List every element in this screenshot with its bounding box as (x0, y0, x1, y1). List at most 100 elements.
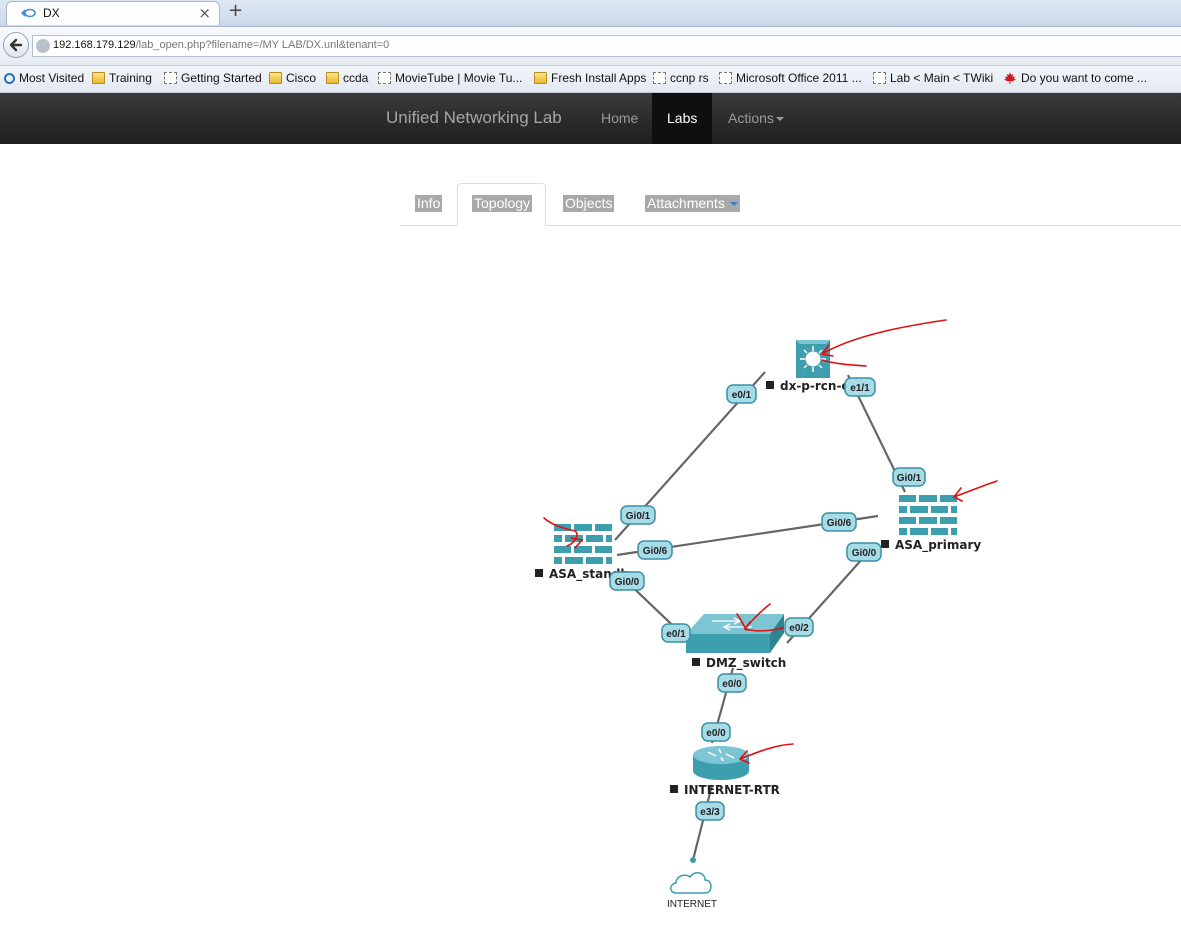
annotation-arrow-icon (739, 743, 794, 764)
node-internet-router[interactable]: INTERNET-RTR (670, 746, 780, 797)
url-text: 192.168.179.129/lab_open.php?filename=/M… (53, 39, 389, 51)
svg-text:e0/1: e0/1 (666, 629, 686, 640)
page-icon (653, 72, 666, 84)
cloud-icon (670, 872, 712, 894)
bookmark-most-visited[interactable]: Most Visited (4, 71, 84, 87)
interface-label[interactable]: Gi0/0 (846, 542, 882, 562)
bookmark-fresh-install-apps[interactable]: Fresh Install Apps (534, 71, 646, 87)
nav-actions[interactable]: Actions (728, 110, 784, 126)
firewall-icon (899, 495, 957, 536)
new-tab-icon[interactable]: + (228, 0, 243, 21)
node-internet-cloud[interactable]: INTERNET (667, 857, 717, 910)
annotation-arrow-icon (821, 319, 947, 367)
connector-dot (690, 857, 696, 863)
url-path: /lab_open.php?filename=/MY LAB/DX.unl&te… (135, 39, 390, 51)
svg-text:Gi0/1: Gi0/1 (626, 511, 651, 522)
folder-icon (534, 72, 547, 84)
node-asa-standby[interactable]: ASA_standb (535, 524, 629, 582)
bookmark-ccnp-rs[interactable]: ccnp rs (653, 71, 709, 87)
link-core-to-asa-primary[interactable] (847, 374, 906, 493)
svg-text:Gi0/6: Gi0/6 (827, 518, 852, 529)
firewall-icon (554, 524, 612, 565)
node-dmz-switch[interactable]: DMZ_switch (686, 614, 786, 671)
search-icon (4, 73, 15, 84)
svg-text:e3/3: e3/3 (700, 807, 720, 818)
tab-topology[interactable]: Topology (472, 195, 533, 212)
node-core-switch[interactable]: dx-p-rcn-cs (766, 340, 856, 393)
folder-icon (92, 72, 105, 84)
bookmark-cisco[interactable]: Cisco (269, 71, 316, 87)
interface-label[interactable]: Gi0/0 (609, 571, 645, 591)
bookmark-training[interactable]: Training (92, 71, 152, 87)
interface-label[interactable]: Gi0/1 (620, 505, 656, 525)
interface-label[interactable]: e0/0 (701, 722, 731, 742)
interface-label[interactable]: e0/1 (661, 623, 691, 643)
address-bar[interactable]: 192.168.179.129/lab_open.php?filename=/M… (32, 35, 1181, 57)
svg-text:e0/0: e0/0 (722, 679, 742, 690)
close-tab-icon[interactable]: × (198, 4, 211, 22)
bookmark-movietube[interactable]: MovieTube | Movie Tu... (378, 71, 522, 87)
node-label: dx-p-rcn-cs (780, 379, 856, 393)
link-core-to-asa-standby[interactable] (614, 371, 766, 541)
app-navbar: Unified Networking Lab Home Labs Actions (0, 93, 1181, 144)
app-brand[interactable]: Unified Networking Lab (386, 108, 562, 128)
unl-logo-icon (21, 8, 36, 18)
tab-info[interactable]: Info (415, 195, 443, 212)
folder-icon (326, 72, 339, 84)
site-identity-icon[interactable] (36, 39, 50, 53)
tab-objects[interactable]: Objects (563, 195, 615, 212)
browser-tab-strip: DX × + (0, 0, 1181, 27)
link-asa-failover[interactable] (616, 514, 879, 557)
node-status-icon (535, 569, 543, 577)
nav-labs[interactable]: Labs (652, 93, 713, 144)
interface-label[interactable]: e0/1 (726, 384, 757, 404)
bookmark-microsoft-office[interactable]: Microsoft Office 2011 ... (719, 71, 862, 87)
node-label: DMZ_switch (706, 656, 786, 671)
interface-label[interactable]: e0/2 (784, 617, 814, 637)
back-button[interactable] (3, 32, 29, 58)
node-status-icon (670, 785, 678, 793)
page-icon (719, 72, 732, 84)
lab-tabs: Info Topology Objects Attachments (400, 183, 1181, 226)
interface-labels: e0/1 e1/1 Gi0/1 Gi0/1 Gi0/6 Gi0/6 Gi0/0 … (609, 377, 926, 821)
node-label: INTERNET-RTR (684, 783, 780, 797)
bookmark-getting-started[interactable]: Getting Started (164, 71, 262, 87)
annotation-arrow-icon (736, 603, 784, 632)
url-host: 192.168.179.129 (53, 39, 136, 51)
link-asa-primary-to-dmz[interactable] (786, 547, 873, 644)
bookmarks-toolbar: Most Visited Training Getting Started Ci… (0, 66, 1181, 93)
page-icon (873, 72, 886, 84)
tab-title: DX (43, 6, 60, 20)
caret-down-icon (729, 202, 738, 207)
interface-label[interactable]: e1/1 (844, 377, 876, 397)
multilayer-switch-icon (796, 340, 830, 378)
bookmark-ccda[interactable]: ccda (326, 71, 368, 87)
svg-text:Gi0/0: Gi0/0 (852, 548, 877, 559)
link-dmz-to-router[interactable] (710, 667, 735, 744)
interface-label[interactable]: e0/0 (717, 673, 747, 693)
node-label: ASA_primary (895, 538, 981, 553)
topology-links (614, 371, 906, 861)
svg-text:e0/1: e0/1 (732, 390, 752, 401)
page-icon (378, 72, 391, 84)
interface-label[interactable]: Gi0/6 (637, 540, 673, 560)
svg-text:Gi0/0: Gi0/0 (615, 577, 640, 588)
node-status-icon (766, 381, 774, 389)
bookmark-twiki[interactable]: Lab < Main < TWiki (873, 71, 993, 87)
nav-home[interactable]: Home (601, 110, 638, 126)
browser-tab[interactable]: DX × (6, 1, 220, 25)
link-asa-standby-to-dmz[interactable] (622, 577, 689, 641)
red-annotation-arrows (543, 319, 998, 764)
interface-label[interactable]: Gi0/6 (821, 512, 857, 532)
node-label: ASA_standb (549, 567, 629, 582)
svg-text:e0/2: e0/2 (789, 623, 809, 634)
link-router-to-internet[interactable] (691, 784, 714, 861)
interface-label[interactable]: Gi0/1 (892, 467, 926, 487)
tab-attachments[interactable]: Attachments (645, 195, 740, 212)
interface-label[interactable]: e3/3 (695, 801, 725, 821)
bookmark-do-you-want[interactable]: Do you want to come ... (1003, 71, 1147, 87)
node-status-icon (881, 540, 889, 548)
node-asa-primary[interactable]: ASA_primary (881, 495, 981, 553)
maple-leaf-icon (1004, 72, 1016, 84)
router-icon (693, 746, 749, 780)
